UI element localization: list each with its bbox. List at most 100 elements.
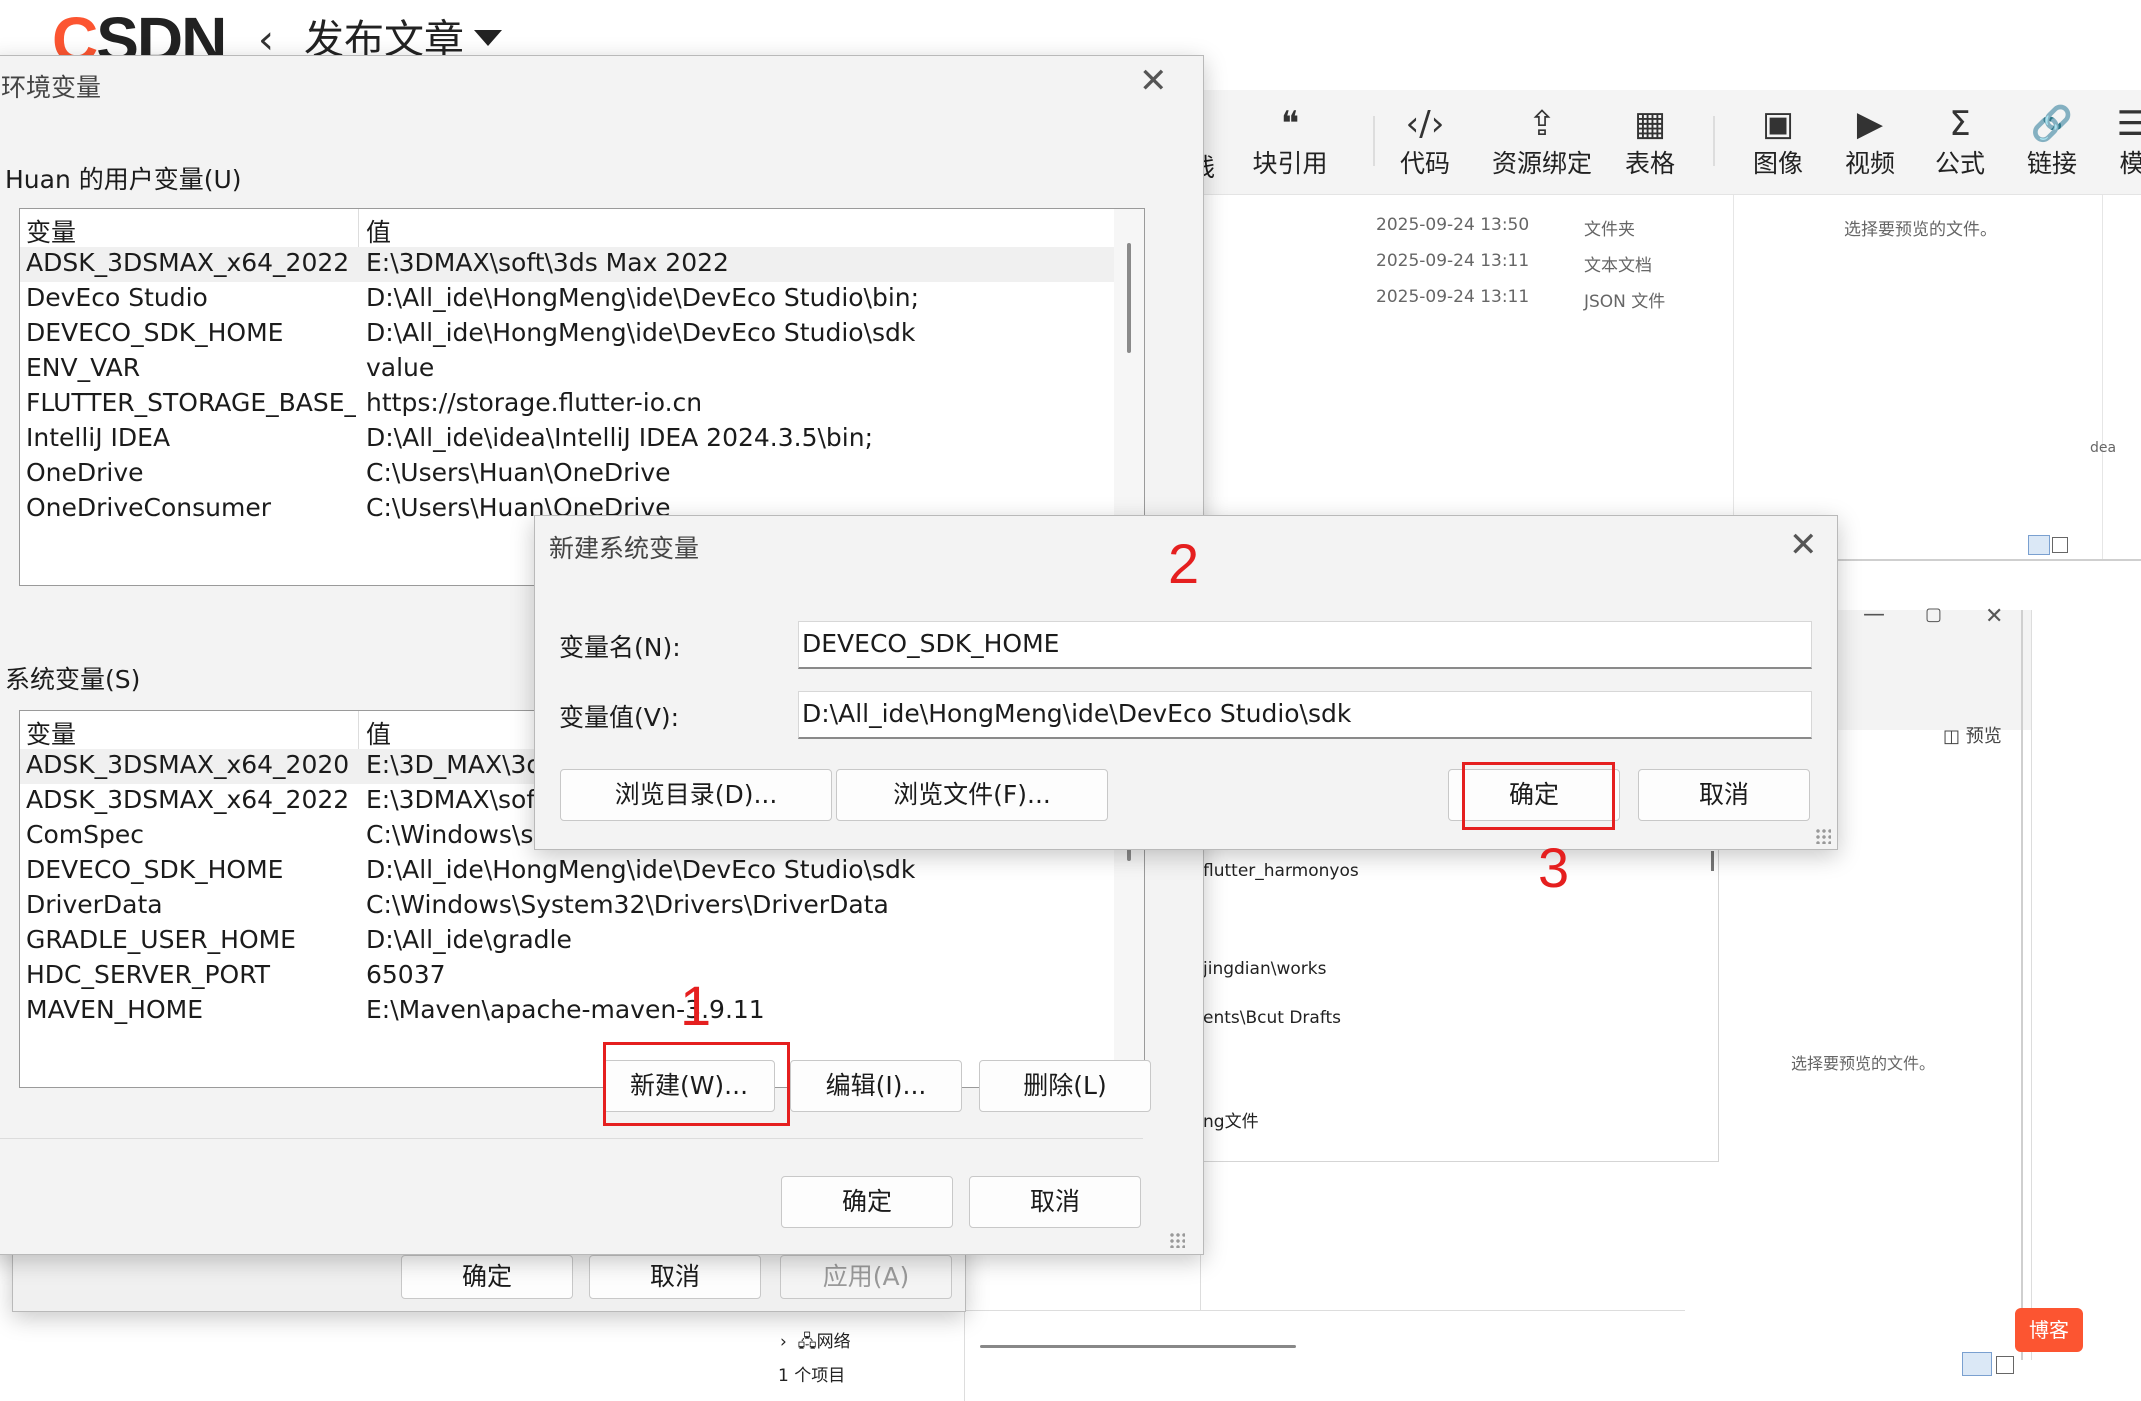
file-name-fragment: dea: [2090, 440, 2117, 456]
folder-item[interactable]: ents\Bcut Drafts: [1203, 1008, 1341, 1028]
resize-grip-icon[interactable]: [1169, 1232, 1185, 1248]
folder-item[interactable]: flutter_harmonyos: [1203, 861, 1359, 881]
list-row[interactable]: IntelliJ IDEA D:\All_ide\idea\IntelliJ ID…: [20, 422, 1114, 457]
annotation-step-3: 3: [1538, 836, 1570, 899]
variable-name-input[interactable]: DEVECO_SDK_HOME: [798, 621, 1812, 669]
sysprops-ok-button[interactable]: 确定: [401, 1255, 573, 1299]
details-view-icon[interactable]: [1962, 1352, 1992, 1376]
link-icon: 🔗: [2030, 104, 2074, 144]
preview-hint: 选择要预览的文件。: [1844, 220, 1997, 240]
column-header-value[interactable]: 值: [366, 715, 391, 751]
close-icon[interactable]: ✕: [1985, 604, 2003, 629]
sysprops-apply-button[interactable]: 应用(A): [780, 1255, 952, 1299]
list-row[interactable]: DriverData C:\Windows\System32\Drivers\Dr…: [20, 889, 1114, 924]
back-chevron-icon[interactable]: ‹: [258, 20, 274, 60]
image-icon: ▣: [1761, 104, 1795, 144]
list-row[interactable]: OneDrive C:\Users\Huan\OneDrive: [20, 457, 1114, 492]
upload-icon: ⇪: [1527, 104, 1557, 144]
toolbar-template[interactable]: ☰ 模: [2102, 90, 2141, 194]
chevron-down-icon[interactable]: [474, 30, 502, 46]
resize-grip-icon[interactable]: [1815, 828, 1831, 844]
tiles-view-icon[interactable]: [2052, 537, 2068, 553]
toolbar-link[interactable]: 🔗 链接: [2012, 90, 2092, 194]
variable-value-label: 变量值(V):: [559, 703, 680, 732]
toolbar-code[interactable]: ‹/› 代码: [1380, 90, 1470, 194]
column-divider: [358, 711, 359, 749]
quote-icon: ❝: [1280, 104, 1300, 144]
blog-button[interactable]: 博客: [2015, 1308, 2083, 1352]
annotation-box-ok-button: [1462, 762, 1615, 830]
column-header-value[interactable]: 值: [366, 213, 391, 249]
dialog-title: 环境变量: [1, 73, 102, 102]
toolbar-video[interactable]: ▶ 视频: [1830, 90, 1910, 194]
toolbar-table[interactable]: ▦ 表格: [1610, 90, 1690, 194]
column-divider: [358, 209, 359, 247]
list-row[interactable]: MAVEN_HOME E:\Maven\apache-maven-3.9.11: [20, 994, 1114, 1029]
delete-variable-button[interactable]: 删除(L): [979, 1060, 1151, 1112]
status-item-count: 1 个项目: [778, 1366, 846, 1386]
browse-file-button[interactable]: 浏览文件(F)...: [836, 769, 1108, 821]
video-icon: ▶: [1856, 104, 1884, 144]
new-var-cancel-button[interactable]: 取消: [1638, 769, 1810, 821]
preview-button[interactable]: ◫ 预览: [1943, 722, 2002, 748]
file-date: 2025-09-24 13:50: [1376, 215, 1530, 235]
toolbar-resource-bind[interactable]: ⇪ 资源绑定: [1482, 90, 1602, 194]
browse-directory-button[interactable]: 浏览目录(D)...: [560, 769, 832, 821]
edit-variable-button[interactable]: 编辑(I)...: [790, 1060, 962, 1112]
list-row[interactable]: DevEco Studio D:\All_ide\HongMeng\ide\Dev…: [20, 282, 1114, 317]
annotation-step-1: 1: [680, 974, 712, 1037]
user-variables-label: Huan 的用户变量(U): [5, 165, 242, 194]
panel-divider: [2021, 610, 2023, 1360]
panel-divider: [964, 1311, 965, 1401]
minimize-icon[interactable]: —: [1863, 602, 1885, 627]
network-icon: 🖧: [797, 1332, 817, 1352]
nav-item-network[interactable]: › 🖧网络: [780, 1327, 851, 1358]
close-icon[interactable]: ✕: [1789, 528, 1818, 562]
folder-item[interactable]: jingdian\works: [1203, 959, 1326, 979]
list-row[interactable]: DEVECO_SDK_HOME D:\All_ide\HongMeng\ide\D…: [20, 854, 1114, 889]
env-ok-button[interactable]: 确定: [781, 1176, 953, 1228]
maximize-icon[interactable]: ▢: [1925, 604, 1942, 625]
dialog-title: 新建系统变量: [549, 534, 700, 563]
close-icon[interactable]: ✕: [1139, 64, 1168, 98]
preview-hint: 选择要预览的文件。: [1791, 1054, 1936, 1073]
list-row[interactable]: HDC_SERVER_PORT 65037: [20, 959, 1114, 994]
system-variables-label: 系统变量(S): [5, 665, 141, 694]
chevron-right-icon: ›: [780, 1332, 798, 1352]
toolbar-formula[interactable]: Σ 公式: [1920, 90, 2000, 194]
file-type: 文本文档: [1584, 256, 1652, 276]
code-icon: ‹/›: [1405, 104, 1445, 144]
tiles-view-icon[interactable]: [1996, 1356, 2014, 1374]
background-explorer-top: 2025-09-24 13:50 文件夹 2025-09-24 13:11 文本…: [1190, 195, 2141, 561]
list-header: 变量 值: [20, 209, 1144, 247]
details-view-icon[interactable]: [2028, 535, 2050, 555]
variable-name-label: 变量名(N):: [559, 633, 681, 662]
sysprops-cancel-button[interactable]: 取消: [589, 1255, 761, 1299]
editor-toolbar: 线 ❝ 块引用 ‹/› 代码 ⇪ 资源绑定 ▦ 表格 ▣ 图像 ▶ 视频 Σ 公…: [1190, 90, 2141, 195]
panel-divider: [2102, 195, 2103, 560]
column-header-variable[interactable]: 变量: [26, 715, 76, 751]
scrollbar-thumb[interactable]: [1711, 851, 1714, 871]
list-row[interactable]: ENV_VAR value: [20, 352, 1114, 387]
env-cancel-button[interactable]: 取消: [969, 1176, 1141, 1228]
variable-value-input[interactable]: D:\All_ide\HongMeng\ide\DevEco Studio\sd…: [798, 691, 1812, 739]
toolbar-blockquote[interactable]: ❝ 块引用: [1250, 90, 1330, 194]
preview-icon: ◫: [1943, 726, 1966, 747]
horizontal-scrollbar[interactable]: [980, 1345, 1296, 1348]
folder-item[interactable]: ng文件: [1203, 1107, 1259, 1132]
column-header-variable[interactable]: 变量: [26, 213, 76, 249]
sigma-icon: Σ: [1949, 104, 1971, 144]
annotation-box-new-button: [603, 1042, 790, 1126]
template-icon: ☰: [2116, 104, 2141, 144]
toolbar-divider: [1373, 116, 1375, 166]
list-row[interactable]: ADSK_3DSMAX_x64_2022 E:\3DMAX\soft\3ds Ma…: [20, 247, 1114, 282]
toolbar-divider: [1713, 116, 1715, 166]
file-type: 文件夹: [1584, 220, 1635, 240]
list-row[interactable]: DEVECO_SDK_HOME D:\All_ide\HongMeng\ide\D…: [20, 317, 1114, 352]
list-row[interactable]: FLUTTER_STORAGE_BASE_... https://storage.…: [20, 387, 1114, 422]
toolbar-image[interactable]: ▣ 图像: [1738, 90, 1818, 194]
scrollbar-thumb[interactable]: [1127, 243, 1131, 353]
list-row[interactable]: GRADLE_USER_HOME D:\All_ide\gradle: [20, 924, 1114, 959]
panel-divider: [1733, 195, 1734, 560]
file-type: JSON 文件: [1584, 292, 1666, 312]
